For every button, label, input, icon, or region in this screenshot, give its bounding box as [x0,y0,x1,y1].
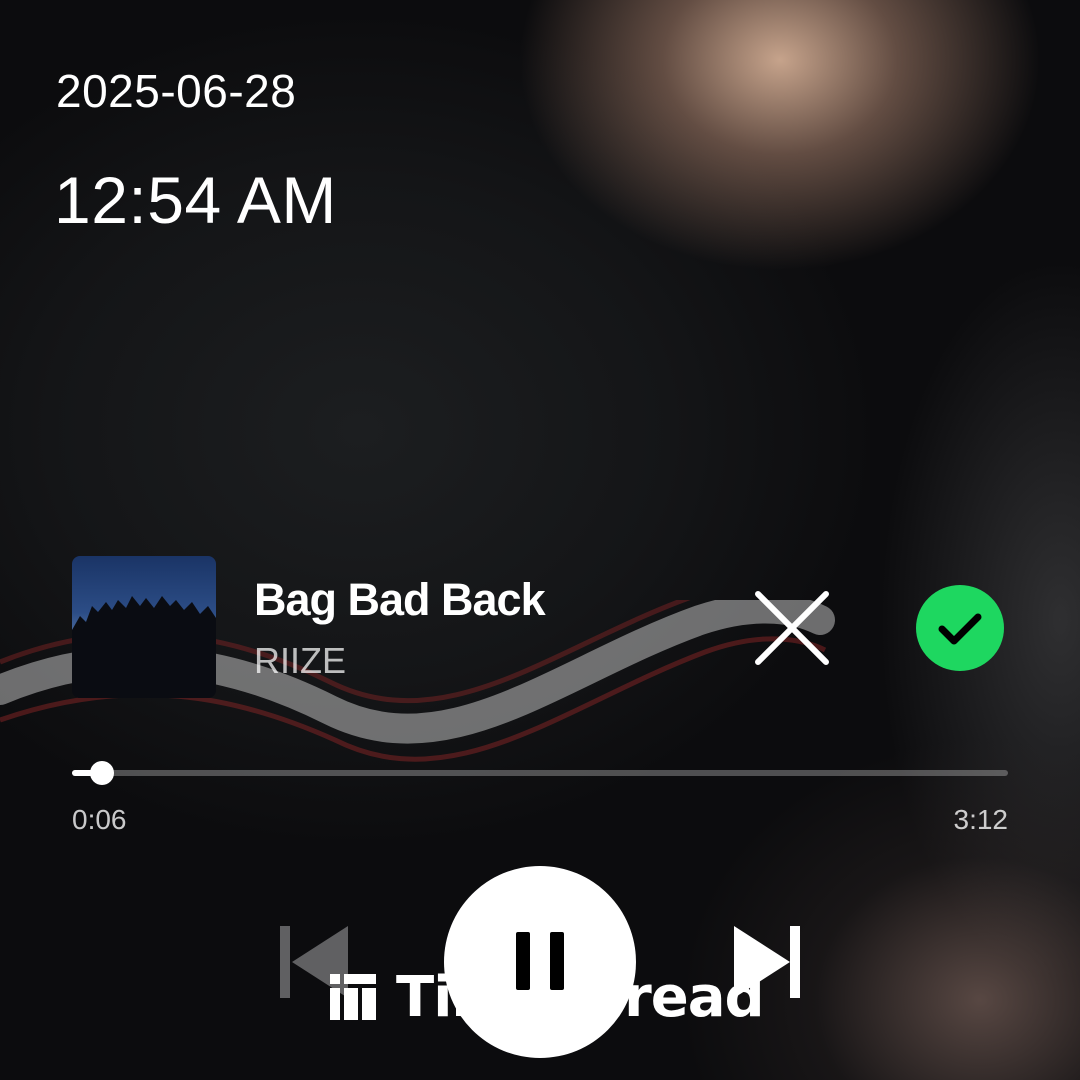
grid-logo-icon [330,974,376,1020]
pause-icon-right-bar [550,932,564,990]
track-duration: 3:12 [953,804,1009,835]
checkmark-circle-icon [916,585,1004,671]
track-artist[interactable]: RIIZE [254,640,346,682]
elapsed-time: 0:06 [72,804,127,835]
lock-screen-time: 12:54 AM [54,163,337,237]
saved-to-library-button[interactable] [914,584,1006,672]
pause-icon-left-bar [516,932,530,990]
dismiss-button[interactable] [752,588,832,668]
play-pause-button[interactable] [444,866,636,1058]
lock-screen-date: 2025-06-28 [56,65,297,117]
progress-bar[interactable] [72,761,1008,785]
progress-thumb[interactable] [89,761,114,785]
lock-screen: 2025-06-28 12:54 AM Bag Bad Back RIIZE 0… [0,0,1080,1080]
album-art [72,556,216,698]
track-title: Bag Bad Back [254,574,546,625]
close-icon [755,591,829,665]
